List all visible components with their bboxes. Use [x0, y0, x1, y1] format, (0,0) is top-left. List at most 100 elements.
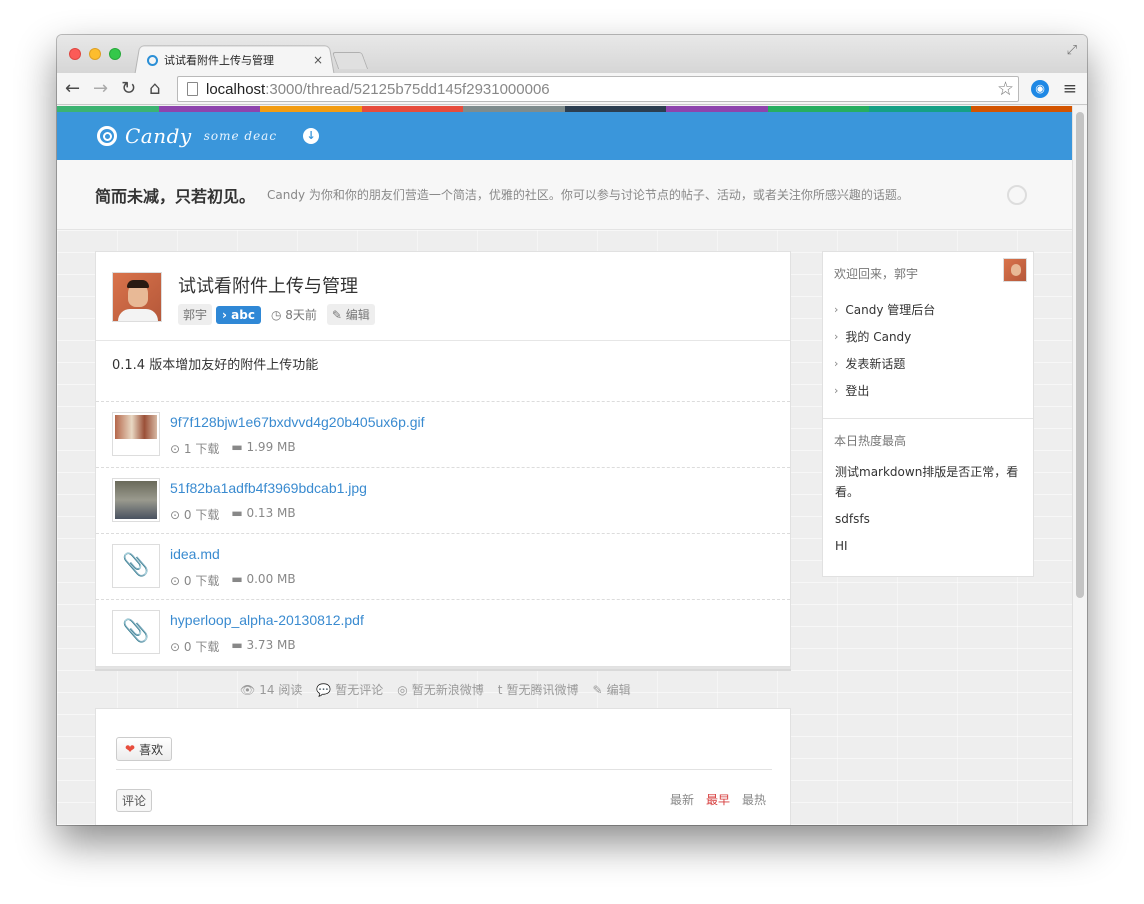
- forward-icon[interactable]: →: [93, 78, 108, 99]
- fullscreen-icon[interactable]: ⤢: [1067, 43, 1077, 58]
- sidebar-item-logout[interactable]: › 登出: [834, 377, 935, 404]
- hot-topic-item[interactable]: 测试markdown排版是否正常，看看。: [835, 462, 1021, 502]
- attachment-meta: ⊙ 0 下载 ▬ 0.00 MB: [170, 572, 296, 589]
- minimize-window-button[interactable]: [89, 48, 101, 60]
- tencent-stat[interactable]: t 暂无腾讯微博: [498, 681, 579, 698]
- menu-icon[interactable]: ≡: [1063, 79, 1077, 99]
- attachment-item: 9f7f128bjw1e67bxdvvd4g20b405ux6p.gif ⊙ 1…: [96, 401, 790, 467]
- home-icon[interactable]: ⌂: [149, 78, 160, 99]
- views-stat: 👁 14 阅读: [240, 682, 303, 698]
- attachment-thumbnail[interactable]: [112, 412, 160, 456]
- attachment-meta: ⊙ 0 下载 ▬ 3.73 MB: [170, 638, 296, 655]
- new-tab-button[interactable]: [331, 52, 369, 69]
- candy-favicon-icon: [147, 54, 158, 66]
- reload-icon[interactable]: ↻: [121, 78, 136, 99]
- divider: [823, 418, 1033, 419]
- arrow-down-circle-icon[interactable]: ↓: [303, 128, 320, 144]
- hero-title: 简而未减，只若初见。: [95, 186, 256, 206]
- download-count: ⊙ 0 下载: [170, 574, 220, 588]
- attachment-item: 📎 hyperloop_alpha-20130812.pdf ⊙ 0 下载 ▬ …: [96, 599, 790, 665]
- zoom-window-button[interactable]: [109, 48, 121, 60]
- attachment-meta: ⊙ 0 下载 ▬ 0.13 MB: [170, 506, 296, 523]
- edit-icon: ✎: [592, 682, 603, 697]
- like-label: 喜欢: [139, 742, 164, 757]
- attachment-link[interactable]: 9f7f128bjw1e67bxdvvd4g20b405ux6p.gif: [170, 414, 425, 430]
- divider: [116, 769, 772, 770]
- hot-topics-list: 测试markdown排版是否正常，看看。 sdfsfs HI: [835, 462, 1021, 563]
- chevron-right-icon: ›: [834, 357, 839, 370]
- attachment-link[interactable]: hyperloop_alpha-20130812.pdf: [170, 612, 364, 628]
- candy-logo-icon[interactable]: [97, 126, 117, 146]
- tab-close-icon[interactable]: ×: [313, 53, 323, 67]
- node-name: abc: [231, 307, 255, 322]
- thread-title: 试试看附件上传与管理: [178, 276, 358, 297]
- page-viewport: Candy some deac ↓ 简而未减，只若初见。 Candy 为你和你的…: [57, 106, 1072, 825]
- attachment-thumbnail[interactable]: 📎: [112, 544, 160, 588]
- site-header: Candy some deac ↓: [57, 112, 1072, 160]
- attachment-link[interactable]: idea.md: [170, 546, 220, 562]
- chevron-right-icon: ›: [834, 330, 839, 343]
- author-avatar[interactable]: [112, 272, 162, 322]
- comment-card: ❤ 喜欢 评论 最新 最早 最热: [95, 708, 791, 825]
- hot-topics-title: 本日热度最高: [834, 434, 907, 448]
- weibo-icon: ◎: [397, 682, 408, 697]
- sort-newest[interactable]: 最新: [670, 791, 694, 808]
- comments-stat[interactable]: 💬 暂无评论: [316, 681, 383, 698]
- edit-button[interactable]: ✎ 编辑: [326, 304, 375, 325]
- paperclip-icon: 📎: [122, 553, 150, 578]
- post-time: ◷ 8天前: [270, 308, 317, 322]
- stats-edit-link[interactable]: ✎ 编辑: [593, 681, 631, 698]
- node-badge[interactable]: › abc: [216, 305, 261, 324]
- url-text[interactable]: localhost:3000/thread/52125b75dd145f2931…: [206, 81, 550, 98]
- hot-topic-item[interactable]: sdfsfs: [835, 509, 1021, 529]
- sort-hottest[interactable]: 最热: [742, 791, 766, 808]
- address-bar[interactable]: localhost:3000/thread/52125b75dd145f2931…: [177, 76, 1019, 102]
- tencent-icon: t: [497, 682, 503, 697]
- page-icon: [187, 82, 198, 96]
- attachment-thumbnail[interactable]: 📎: [112, 610, 160, 654]
- sidebar-links: › Candy 管理后台 › 我的 Candy › 发表新话题 › 登出: [834, 296, 935, 404]
- vertical-scrollbar[interactable]: [1072, 106, 1087, 825]
- file-size: ▬ 0.13 MB: [231, 506, 296, 520]
- thread-body: 0.1.4 版本增加友好的附件上传功能: [112, 358, 319, 373]
- sort-oldest[interactable]: 最早: [706, 791, 730, 808]
- file-size: ▬ 1.99 MB: [231, 440, 296, 454]
- attachment-thumbnail[interactable]: [112, 478, 160, 522]
- attachment-link[interactable]: 51f82ba1adfb4f3969bdcab1.jpg: [170, 480, 367, 496]
- hot-topic-item[interactable]: HI: [835, 536, 1021, 556]
- sidebar-card: 欢迎回来，郭宇 › Candy 管理后台 › 我的 Candy › 发表新话题 › 登出…: [822, 251, 1034, 577]
- chevron-right-icon: ›: [834, 303, 839, 316]
- browser-toolbar: ← → ↻ ⌂ localhost:3000/thread/52125b75dd…: [57, 73, 1087, 105]
- eye-icon: 👁: [240, 682, 256, 697]
- like-button[interactable]: ❤ 喜欢: [116, 737, 173, 761]
- download-count: ⊙ 0 下载: [170, 508, 220, 522]
- download-count: ⊙ 0 下载: [170, 640, 220, 654]
- site-logo[interactable]: Candy: [125, 124, 192, 148]
- sidebar-item-admin[interactable]: › Candy 管理后台: [834, 296, 935, 323]
- hero-description: Candy 为你和你的朋友们营造一个简洁，优雅的社区。你可以参与讨论节点的帖子、…: [267, 188, 909, 202]
- comment-icon: 💬: [316, 682, 332, 697]
- attachment-item: 📎 idea.md ⊙ 0 下载 ▬ 0.00 MB: [96, 533, 790, 599]
- welcome-text: 欢迎回来，郭宇: [834, 267, 919, 281]
- divider: [96, 340, 790, 341]
- file-size: ▬ 3.73 MB: [231, 638, 296, 652]
- paperclip-icon: 📎: [122, 619, 150, 644]
- thread-stats: 👁 14 阅读 💬 暂无评论 ◎ 暂无新浪微博 t 暂无腾讯微博 ✎ 编辑: [240, 681, 631, 698]
- decorative-circle-icon: [1007, 185, 1027, 205]
- weibo-stat[interactable]: ◎ 暂无新浪微博: [397, 681, 484, 698]
- user-avatar[interactable]: [1003, 258, 1027, 282]
- sidebar-item-my-candy[interactable]: › 我的 Candy: [834, 323, 935, 350]
- thread-meta: 郭宇 › abc ◷ 8天前 ✎ 编辑: [178, 304, 375, 325]
- tab-strip: 试试看附件上传与管理 × ⤢: [57, 35, 1087, 74]
- extension-icon[interactable]: ◉: [1031, 80, 1049, 98]
- hero-banner: 简而未减，只若初见。 Candy 为你和你的朋友们营造一个简洁，优雅的社区。你可…: [57, 160, 1072, 230]
- sidebar-item-new-topic[interactable]: › 发表新话题: [834, 350, 935, 377]
- star-icon[interactable]: ☆: [997, 78, 1014, 100]
- browser-tab-content[interactable]: 试试看附件上传与管理 ×: [147, 50, 327, 70]
- author-link[interactable]: 郭宇: [178, 304, 213, 325]
- scrollbar-thumb[interactable]: [1076, 112, 1084, 598]
- comment-tab[interactable]: 评论: [116, 789, 153, 812]
- browser-window: 试试看附件上传与管理 × ⤢ ← → ↻ ⌂ localhost:3000/th…: [57, 35, 1087, 825]
- back-icon[interactable]: ←: [65, 78, 80, 99]
- close-window-button[interactable]: [69, 48, 81, 60]
